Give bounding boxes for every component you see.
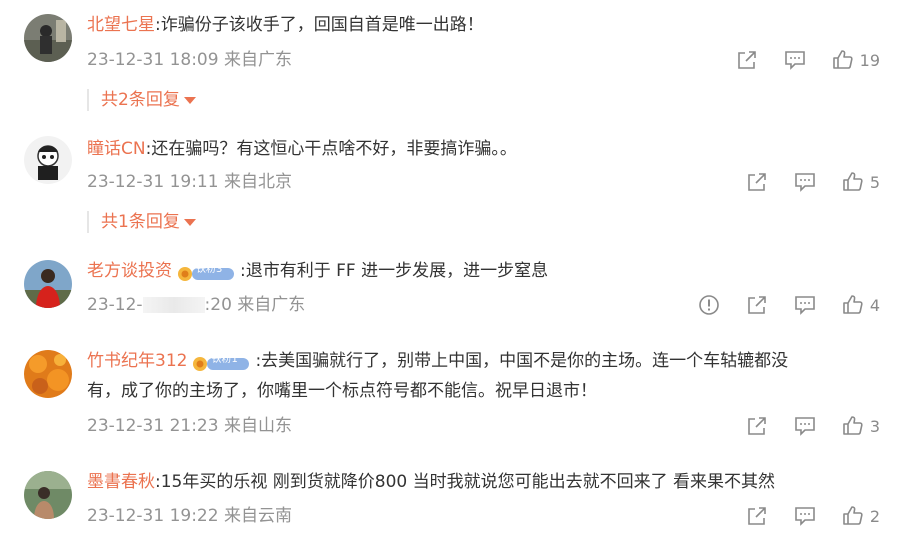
like-button[interactable]: 4 (842, 295, 880, 315)
avatar[interactable] (24, 260, 72, 308)
like-icon (843, 416, 863, 435)
comment-content: :还在骗吗？有这恒心干点啥不好，非要搞诈骗。。 (145, 139, 517, 159)
comment-icon (784, 51, 805, 70)
like-button[interactable]: 19 (832, 50, 880, 70)
share-icon (748, 507, 766, 525)
like-count: 3 (869, 416, 880, 436)
reply-divider (87, 211, 89, 233)
share-button[interactable] (746, 416, 768, 436)
comment-content: :退市有利于 FF 进一步发展，进一步窒息 (240, 261, 549, 281)
like-icon (843, 295, 863, 314)
comment-content: :去美国骗就行了，别带上中国，中国不是你的主场。连一个车轱辘都没 (255, 351, 789, 371)
comment-meta: 23-12-31 18:09 来自广东 (87, 50, 292, 70)
meta-date-prefix: 23-12- (87, 295, 143, 315)
fan-badge-label: 铁粉3 (196, 263, 223, 275)
share-button[interactable] (746, 506, 768, 526)
username-link[interactable]: 北望七星 (87, 15, 155, 35)
like-icon (843, 506, 863, 525)
comment-actions: 5 (720, 170, 880, 194)
comment-meta: 23-12-31 21:23 来自山东 (87, 416, 292, 436)
username-link[interactable]: 老方谈投资 (87, 261, 172, 281)
comment-button[interactable] (794, 506, 816, 526)
comment-meta: 23-12- :20 来自广东 (87, 293, 305, 317)
comment-button[interactable] (794, 172, 816, 192)
comment-actions: 19 (710, 48, 880, 72)
like-icon (843, 172, 863, 191)
replies-label: 共1条回复 (101, 212, 180, 232)
like-button[interactable]: 2 (842, 506, 880, 526)
comment-actions: 3 (720, 414, 880, 438)
report-button[interactable] (698, 294, 720, 316)
chevron-down-icon (183, 218, 196, 226)
comment-meta: 23-12-31 19:11 来自北京 (87, 172, 292, 192)
share-button[interactable] (746, 295, 768, 315)
share-icon (748, 173, 766, 191)
like-icon (832, 50, 853, 69)
username-link[interactable]: 竹书纪年312 (87, 351, 187, 371)
comment-text-line: 墨書春秋:15年买的乐视 刚到货就降价800 当时我就说您可能出去就不回来了 看… (87, 467, 890, 497)
chevron-down-icon (183, 96, 196, 104)
comment-content: 有，成了你的主场了，你嘴里一个标点符号都不能信。祝早日退市！ (87, 381, 597, 401)
comment-text-line: 有，成了你的主场了，你嘴里一个标点符号都不能信。祝早日退市！ (87, 376, 890, 406)
redacted-area (142, 297, 205, 313)
like-button[interactable]: 5 (842, 172, 880, 192)
avatar[interactable] (24, 136, 72, 184)
like-count: 2 (869, 506, 880, 526)
comment-button[interactable] (794, 416, 816, 436)
comment-icon (795, 296, 815, 315)
share-button[interactable] (746, 172, 768, 192)
report-icon (699, 295, 719, 315)
comment-icon (795, 417, 815, 436)
avatar[interactable] (24, 350, 72, 398)
replies-label: 共2条回复 (101, 90, 180, 110)
username-link[interactable]: 墨書春秋 (87, 472, 155, 492)
replies-toggle[interactable]: 共2条回复 (101, 88, 196, 112)
replies-toggle[interactable]: 共1条回复 (101, 210, 196, 234)
comment-actions: 2 (720, 504, 880, 528)
comment-text-line: 竹书纪年312 铁粉1 :去美国骗就行了，别带上中国，中国不是你的主场。连一个车… (87, 346, 890, 376)
like-button[interactable]: 3 (842, 416, 880, 436)
comment-content: :15年买的乐视 刚到货就降价800 当时我就说您可能出去就不回来了 看来果不其… (155, 472, 776, 492)
like-count: 5 (869, 172, 880, 192)
share-icon (748, 417, 766, 435)
comment-content: :诈骗份子该收手了，回国自首是唯一出路！ (155, 15, 484, 35)
avatar[interactable] (24, 471, 72, 519)
comment-icon (795, 173, 815, 192)
share-icon (737, 51, 756, 69)
share-button[interactable] (736, 50, 758, 70)
like-count: 4 (869, 295, 880, 315)
comment-meta: 23-12-31 19:22 来自云南 (87, 506, 292, 526)
fan-badge[interactable]: 铁粉3 (176, 262, 236, 281)
like-count: 19 (859, 50, 880, 70)
fan-badge-label: 铁粉1 (211, 353, 238, 365)
avatar[interactable] (24, 14, 72, 62)
username-link[interactable]: 瞳话CN (87, 139, 146, 159)
comment-button[interactable] (784, 50, 806, 70)
fan-badge[interactable]: 铁粉1 (191, 352, 251, 371)
reply-divider (87, 89, 89, 111)
comment-button[interactable] (794, 295, 816, 315)
comment-list: 北望七星:诈骗份子该收手了，回国自首是唯一出路！ 23-12-31 18:09 … (0, 0, 908, 554)
comment-text-line: 老方谈投资 铁粉3 :退市有利于 FF 进一步发展，进一步窒息 (87, 256, 890, 286)
comment-icon (795, 507, 815, 526)
comment-text-line: 北望七星:诈骗份子该收手了，回国自首是唯一出路！ (87, 10, 890, 40)
share-icon (748, 296, 766, 314)
meta-time-suffix: :20 来自广东 (204, 295, 306, 315)
comment-text-line: 瞳话CN:还在骗吗？有这恒心干点啥不好，非要搞诈骗。。 (87, 134, 890, 164)
comment-actions: 4 (672, 293, 880, 317)
